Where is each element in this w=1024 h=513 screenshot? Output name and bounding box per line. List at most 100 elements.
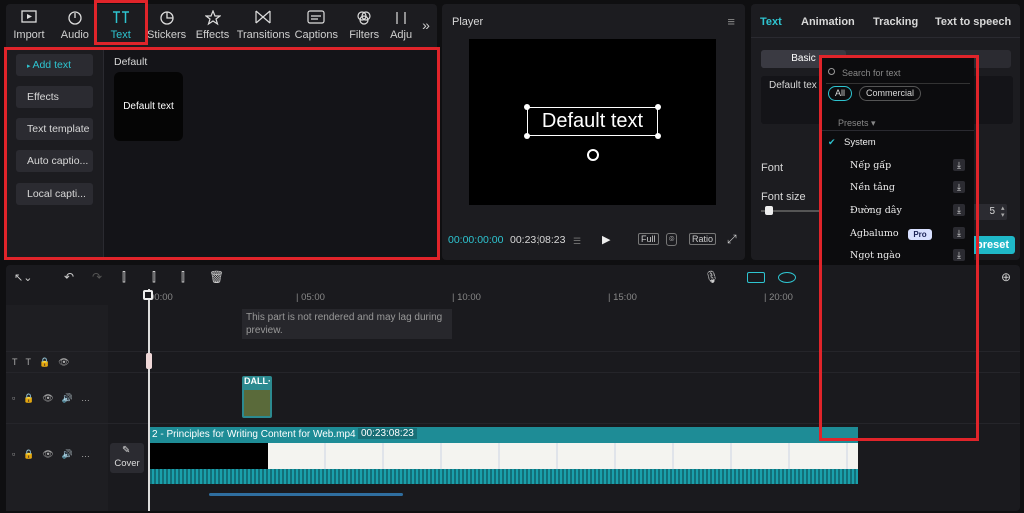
ratio-button[interactable]: Ratio bbox=[689, 233, 717, 245]
image-clip[interactable]: DALL· bbox=[242, 376, 272, 418]
menu-icon[interactable]: ≡ bbox=[727, 14, 735, 29]
font-option[interactable]: Đường dây ⤓ bbox=[822, 200, 974, 222]
font-name: Nền tảng bbox=[850, 182, 895, 193]
tab-effects-label: Effects bbox=[195, 28, 230, 41]
horizontal-scrollbar[interactable] bbox=[209, 493, 403, 496]
font-option[interactable]: Ngọt ngào ⤓ bbox=[822, 245, 974, 267]
main-track-controls[interactable]: ▫🔒👁🔊… bbox=[12, 449, 98, 460]
tab-text-to-speech[interactable]: Text to speech bbox=[935, 16, 1011, 28]
fullscreen-icon[interactable]: ⤢ bbox=[727, 232, 737, 247]
tile-label: Default text bbox=[123, 101, 174, 112]
audio-waveform bbox=[148, 469, 858, 484]
font-option[interactable]: Agbalumo Pro ⤓ bbox=[822, 223, 974, 245]
text-track-controls[interactable]: TT🔒👁 bbox=[12, 357, 78, 368]
slider-knob[interactable] bbox=[765, 206, 773, 215]
adjust-icon bbox=[396, 11, 406, 24]
download-icon[interactable]: ⤓ bbox=[953, 204, 965, 216]
tab-text-properties[interactable]: Text bbox=[760, 16, 782, 28]
cover-button[interactable]: ✎ Cover bbox=[110, 443, 144, 473]
filters-icon bbox=[357, 10, 371, 25]
microphone-icon[interactable]: 🎙 bbox=[704, 270, 719, 284]
undo-icon[interactable]: ↶ bbox=[64, 270, 74, 284]
tab-tracking[interactable]: Tracking bbox=[873, 16, 918, 28]
tab-adjust[interactable]: Adju bbox=[387, 4, 415, 46]
sidebar-item-text-template[interactable]: Text template bbox=[16, 118, 93, 140]
edit-icon: ✎ bbox=[122, 445, 131, 456]
clip-thumbnail bbox=[244, 390, 270, 416]
sidebar-item-local-captions[interactable]: Local capti... bbox=[16, 183, 93, 205]
main-track-magnet-icon[interactable] bbox=[747, 272, 765, 283]
tab-import[interactable]: Import bbox=[6, 4, 52, 46]
overlay-track-controls[interactable]: ▫🔒👁🔊… bbox=[12, 393, 98, 404]
split-icon[interactable]: ⫿ bbox=[122, 270, 126, 285]
chip-commercial[interactable]: Commercial bbox=[859, 86, 922, 101]
tab-import-label: Import bbox=[13, 28, 45, 41]
tab-captions[interactable]: Captions bbox=[291, 4, 341, 46]
rotate-icon[interactable] bbox=[587, 149, 599, 161]
full-button[interactable]: Full bbox=[638, 233, 659, 245]
auto-snap-icon[interactable] bbox=[778, 272, 796, 283]
chevron-double-right-icon: » bbox=[422, 17, 430, 33]
font-label: Font bbox=[761, 162, 784, 174]
video-clip[interactable]: 2 - Principles for Writing Content for W… bbox=[148, 427, 858, 484]
transitions-icon bbox=[255, 10, 271, 23]
default-text-tile[interactable]: Default text bbox=[114, 72, 183, 141]
resize-handle[interactable] bbox=[524, 133, 530, 139]
tab-animation[interactable]: Animation bbox=[801, 16, 855, 28]
stepper-icon[interactable]: ▴ ▾ bbox=[1001, 205, 1005, 219]
resize-handle[interactable] bbox=[655, 104, 661, 110]
tab-filters[interactable]: Filters bbox=[341, 4, 387, 46]
clip-duration: 00:23:08:23 bbox=[358, 428, 417, 439]
zoom-in-icon[interactable]: ⊕ bbox=[1001, 270, 1011, 284]
select-tool-icon[interactable]: ↖⌄ bbox=[14, 271, 32, 284]
split-left-icon[interactable]: ⫿ bbox=[152, 270, 156, 285]
chip-all[interactable]: All bbox=[828, 86, 853, 101]
stickers-icon bbox=[159, 10, 174, 25]
presets-dropdown[interactable]: Presets ▾ bbox=[838, 118, 876, 129]
download-icon[interactable]: ⤓ bbox=[953, 181, 965, 193]
text-track: TT🔒👁 bbox=[6, 351, 1020, 371]
timeline-list-icon[interactable]: ☰ bbox=[573, 236, 581, 247]
player-canvas[interactable]: Default text bbox=[469, 39, 716, 205]
main-toolbar: Import Audio Text Stickers Effects Trans… bbox=[6, 4, 437, 46]
sidebar-item-effects[interactable]: Effects bbox=[16, 86, 93, 108]
captions-icon bbox=[307, 9, 325, 24]
search-underline bbox=[826, 83, 970, 84]
more-tabs-button[interactable]: » bbox=[415, 4, 437, 46]
playhead[interactable] bbox=[148, 289, 150, 511]
delete-icon[interactable]: 🗑 bbox=[209, 270, 224, 284]
split-right-icon[interactable]: ⫿ bbox=[181, 270, 185, 285]
resize-handle[interactable] bbox=[655, 133, 661, 139]
tab-audio-label: Audio bbox=[60, 28, 89, 41]
redo-icon[interactable]: ↷ bbox=[92, 270, 102, 284]
text-clip-marker[interactable] bbox=[146, 353, 152, 369]
tab-effects[interactable]: Effects bbox=[190, 4, 236, 46]
resize-handle[interactable] bbox=[524, 104, 530, 110]
font-name: Agbalumo bbox=[850, 228, 899, 239]
tab-stickers[interactable]: Stickers bbox=[144, 4, 190, 46]
check-icon: ✔ bbox=[828, 137, 836, 147]
font-name: Nếp gấp bbox=[850, 160, 892, 171]
sidebar-item-add-text[interactable]: ▸ Add text bbox=[16, 54, 93, 76]
playhead-handle[interactable] bbox=[143, 290, 153, 300]
tab-audio[interactable]: Audio bbox=[52, 4, 98, 46]
text-icon bbox=[112, 10, 129, 23]
clip-title: 2 - Principles for Writing Content for W… bbox=[152, 429, 356, 440]
tab-text[interactable]: Text bbox=[98, 4, 144, 46]
download-icon[interactable]: ⤓ bbox=[953, 159, 965, 171]
font-search-input[interactable]: Search for text bbox=[826, 64, 970, 82]
canvas-text-box[interactable]: Default text bbox=[524, 104, 661, 139]
download-icon[interactable]: ⤓ bbox=[953, 227, 965, 239]
system-font-option[interactable]: System bbox=[844, 137, 876, 148]
tab-transitions[interactable]: Transitions bbox=[235, 4, 291, 46]
presets-divider bbox=[822, 130, 974, 131]
font-option[interactable]: Nếp gấp ⤓ bbox=[822, 155, 974, 177]
tab-captions-label: Captions bbox=[294, 28, 338, 41]
sidebar-item-label: Effects bbox=[27, 91, 59, 103]
font-option[interactable]: Nền tảng ⤓ bbox=[822, 177, 974, 199]
timeline-ruler[interactable]: 00:00 | 05:00 | 10:00 | 15:00 | 20:00 bbox=[146, 290, 1020, 304]
sidebar-item-auto-captions[interactable]: Auto captio... bbox=[16, 150, 93, 172]
play-icon[interactable]: ▶ bbox=[602, 233, 610, 246]
download-icon[interactable]: ⤓ bbox=[953, 249, 965, 261]
screenshot-icon[interactable]: ⌾ bbox=[666, 233, 678, 246]
